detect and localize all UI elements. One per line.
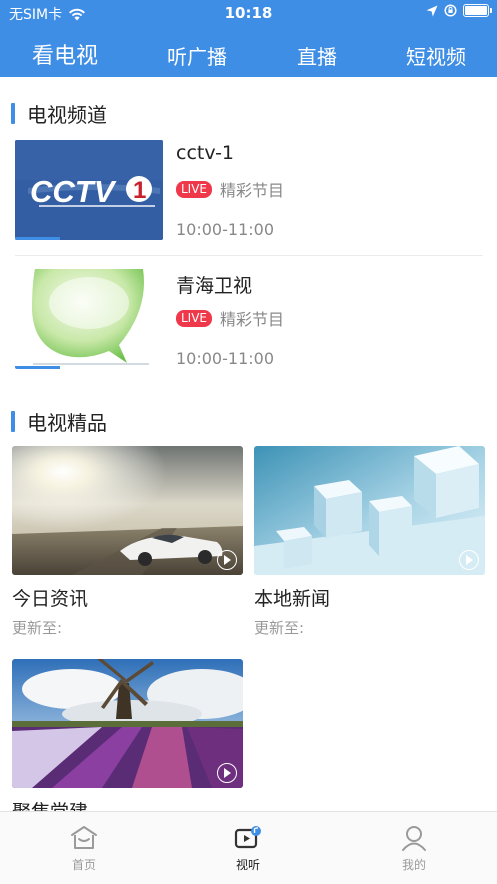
video-thumbnail bbox=[12, 659, 243, 788]
tabbar-label: 首页 bbox=[71, 858, 96, 872]
live-badge: LIVE bbox=[176, 309, 213, 327]
status-bar: 无SIM卡 10:18 bbox=[0, 0, 497, 26]
tab-short-video[interactable]: 短视频 bbox=[406, 41, 466, 70]
tabbar-label: 我的 bbox=[401, 858, 426, 872]
program-name: 精彩节目 bbox=[220, 181, 285, 200]
section-title: 电视精品 bbox=[27, 410, 107, 435]
status-time: 10:18 bbox=[224, 4, 273, 22]
channel-divider bbox=[15, 255, 483, 256]
tv-channels-heading: 电视频道 bbox=[11, 101, 107, 127]
tabbar-item-profile[interactable]: 我的 bbox=[364, 812, 464, 884]
cctv-logo-image: CCTV 1 bbox=[15, 140, 163, 240]
card-title: 今日资讯 bbox=[12, 588, 89, 610]
channel-item-cctv1[interactable]: CCTV 1 cctv-1 LIVE 精彩节目 10:00-11:00 bbox=[15, 140, 485, 244]
top-tabs: 看电视 听广播 直播 短视频 bbox=[0, 38, 497, 74]
card-title: 本地新闻 bbox=[254, 588, 331, 610]
program-time: 10:00-11:00 bbox=[176, 220, 274, 239]
channel-name: 青海卫视 bbox=[176, 275, 253, 297]
video-thumbnail bbox=[254, 446, 485, 575]
channel-thumbnail: CCTV 1 bbox=[15, 140, 163, 240]
battery-icon bbox=[463, 4, 492, 17]
abstract-cubes-image bbox=[254, 446, 485, 575]
program-name: 精彩节目 bbox=[220, 310, 285, 329]
section-accent-bar bbox=[11, 410, 15, 432]
tab-watch-tv[interactable]: 看电视 bbox=[32, 38, 98, 70]
video-thumbnail bbox=[12, 446, 243, 575]
tv-boutique-heading: 电视精品 bbox=[11, 409, 107, 435]
channel-live-row: LIVE 精彩节目 bbox=[176, 306, 284, 330]
tab-live[interactable]: 直播 bbox=[297, 41, 337, 70]
play-icon[interactable] bbox=[217, 550, 237, 570]
tabbar-item-home[interactable]: 首页 bbox=[34, 812, 134, 884]
status-right bbox=[426, 4, 492, 17]
watch-progress-bar bbox=[15, 366, 60, 369]
play-icon[interactable] bbox=[459, 550, 479, 570]
section-accent-bar bbox=[11, 102, 15, 124]
home-icon bbox=[71, 826, 97, 849]
video-card-local-news[interactable]: 本地新闻 更新至: bbox=[254, 446, 485, 637]
top-header: 无SIM卡 10:18 看电视 听广播 直播 短视频 bbox=[0, 0, 497, 77]
windmill-tulips-image bbox=[12, 659, 243, 788]
sports-car-image bbox=[12, 446, 243, 575]
cctv-logo-number: 1 bbox=[133, 177, 146, 204]
location-arrow-icon bbox=[426, 5, 438, 16]
play-icon[interactable] bbox=[217, 763, 237, 783]
profile-icon bbox=[402, 826, 426, 851]
channel-name: cctv-1 bbox=[176, 142, 235, 164]
card-updated: 更新至: bbox=[254, 619, 305, 637]
tabbar-label: 视听 bbox=[235, 858, 260, 872]
channel-thumbnail bbox=[15, 269, 163, 369]
live-badge: LIVE bbox=[176, 180, 213, 198]
card-updated: 更新至: bbox=[12, 619, 63, 637]
video-card-today-news[interactable]: 今日资讯 更新至: bbox=[12, 446, 243, 637]
channel-item-qinghai[interactable]: 青海卫视 LIVE 精彩节目 10:00-11:00 bbox=[15, 269, 485, 373]
channel-live-row: LIVE 精彩节目 bbox=[176, 177, 284, 201]
speech-bubble-logo-image bbox=[32, 269, 149, 365]
video-card-party-building[interactable]: 聚焦党建 bbox=[12, 659, 243, 823]
program-time: 10:00-11:00 bbox=[176, 349, 274, 368]
rotation-lock-icon bbox=[444, 4, 457, 17]
tabbar-item-media[interactable]: 视听 bbox=[198, 812, 298, 884]
cctv-logo-text: CCTV bbox=[30, 174, 117, 209]
section-title: 电视频道 bbox=[27, 102, 107, 127]
watch-progress-bar bbox=[15, 237, 60, 240]
bottom-tab-bar: 首页 视听 我的 bbox=[0, 811, 497, 884]
tab-radio[interactable]: 听广播 bbox=[167, 41, 227, 70]
video-icon bbox=[234, 826, 261, 849]
